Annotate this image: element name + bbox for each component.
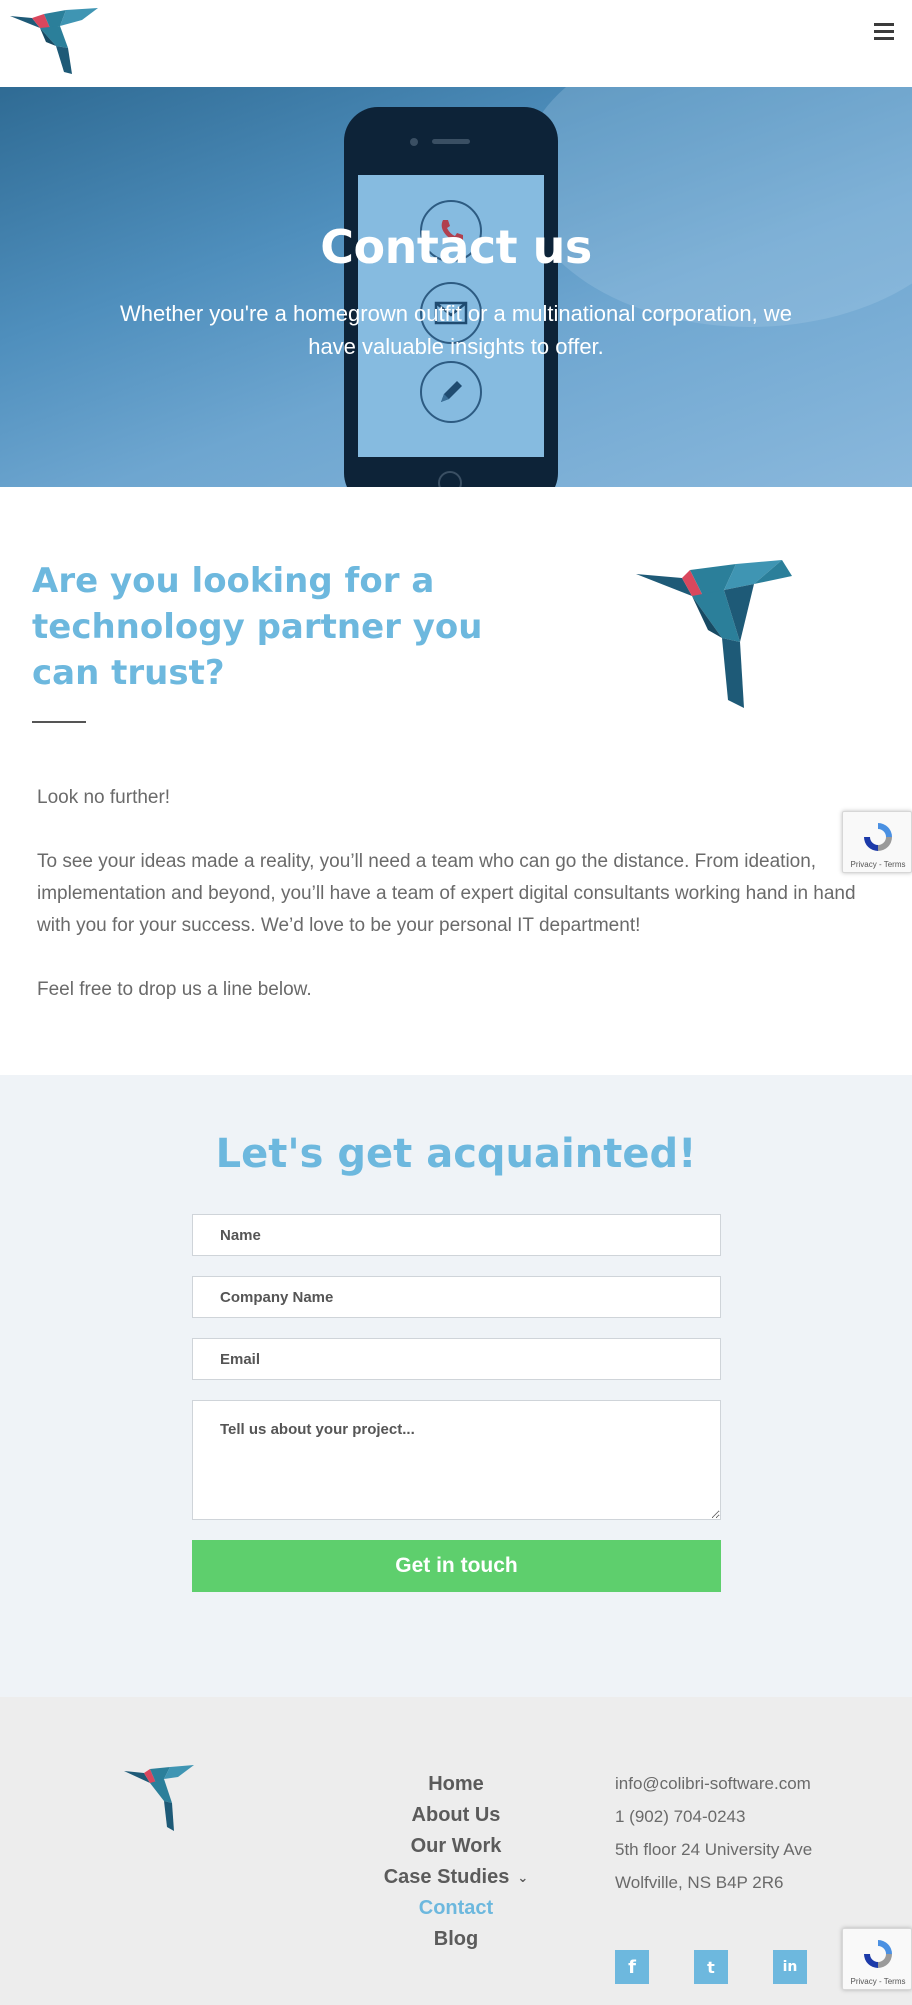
footer-nav-contact[interactable]: Contact: [330, 1893, 582, 1924]
linkedin-icon[interactable]: in: [773, 1950, 807, 1984]
hamburger-menu-icon[interactable]: [868, 16, 900, 46]
footer-nav-our-work[interactable]: Our Work: [330, 1831, 582, 1862]
intro-paragraph: Look no further!: [37, 787, 171, 808]
intro-body: Look no further! To see your ideas made …: [37, 782, 877, 1038]
recaptcha-terms[interactable]: Privacy - Terms: [843, 1977, 912, 1986]
twitter-icon[interactable]: t: [694, 1950, 728, 1984]
recaptcha-icon: [864, 1940, 892, 1968]
facebook-icon[interactable]: f: [615, 1950, 649, 1984]
chevron-down-icon: ⌄: [517, 1870, 529, 1886]
recaptcha-badge-footer[interactable]: Privacy - Terms: [842, 1928, 912, 1990]
hero-subtitle: Whether you're a homegrown outfit or a m…: [120, 301, 792, 359]
pencil-icon: [420, 361, 482, 423]
phone-camera: [410, 138, 418, 146]
heading-divider: [32, 721, 86, 723]
colibri-hummingbird-logo[interactable]: [10, 8, 98, 80]
intro-paragraph: Feel free to drop us a line below.: [37, 979, 312, 1000]
hero-banner: Contact us Whether you're a homegrown ou…: [0, 87, 912, 487]
recaptcha-terms[interactable]: Privacy - Terms: [843, 860, 912, 869]
footer-nav-blog[interactable]: Blog: [330, 1924, 582, 1955]
recaptcha-icon: [864, 823, 892, 851]
hummingbird-illustration: [636, 560, 792, 710]
menu-bar: [874, 22, 894, 26]
contact-email-link[interactable]: info@colibri-software.com: [615, 1767, 905, 1800]
contact-address-line2: Wolfville, NS B4P 2R6: [615, 1873, 784, 1892]
footer-hummingbird-logo[interactable]: [124, 1765, 194, 1833]
project-message-textarea[interactable]: [192, 1400, 721, 1520]
hero-glow: [520, 87, 912, 327]
footer-nav-home[interactable]: Home: [330, 1769, 582, 1800]
contact-address-line1: 5th floor 24 University Ave: [615, 1840, 813, 1859]
email-input[interactable]: [192, 1338, 721, 1380]
site-header: [0, 0, 912, 87]
page-title: Contact us: [320, 220, 592, 274]
intro-paragraph: To see your ideas made a reality, you’ll…: [37, 851, 856, 936]
company-name-input[interactable]: [192, 1276, 721, 1318]
footer-nav-case-studies-label: Case Studies: [383, 1866, 510, 1888]
footer-nav-about-us[interactable]: About Us: [330, 1800, 582, 1831]
menu-bar: [874, 29, 894, 33]
contact-form-section: Let's get acquainted! Get in touch: [0, 1075, 912, 1697]
get-in-touch-button[interactable]: Get in touch: [192, 1540, 721, 1592]
recaptcha-badge[interactable]: Privacy - Terms: [842, 811, 912, 873]
phone-speaker: [432, 139, 470, 144]
footer-contact-info: info@colibri-software.com 1 (902) 704-02…: [615, 1767, 905, 1899]
menu-bar: [874, 36, 894, 40]
contact-phone[interactable]: 1 (902) 704-0243: [615, 1800, 905, 1833]
footer-nav: Home About Us Our Work Case Studies ⌄ Con…: [330, 1769, 582, 1955]
name-input[interactable]: [192, 1214, 721, 1256]
intro-heading: Are you looking for a technology partner…: [32, 561, 483, 693]
form-title: Let's get acquainted!: [215, 1131, 697, 1177]
site-footer: Home About Us Our Work Case Studies ⌄ Con…: [0, 1697, 912, 2005]
footer-nav-case-studies[interactable]: Case Studies ⌄: [330, 1862, 582, 1893]
